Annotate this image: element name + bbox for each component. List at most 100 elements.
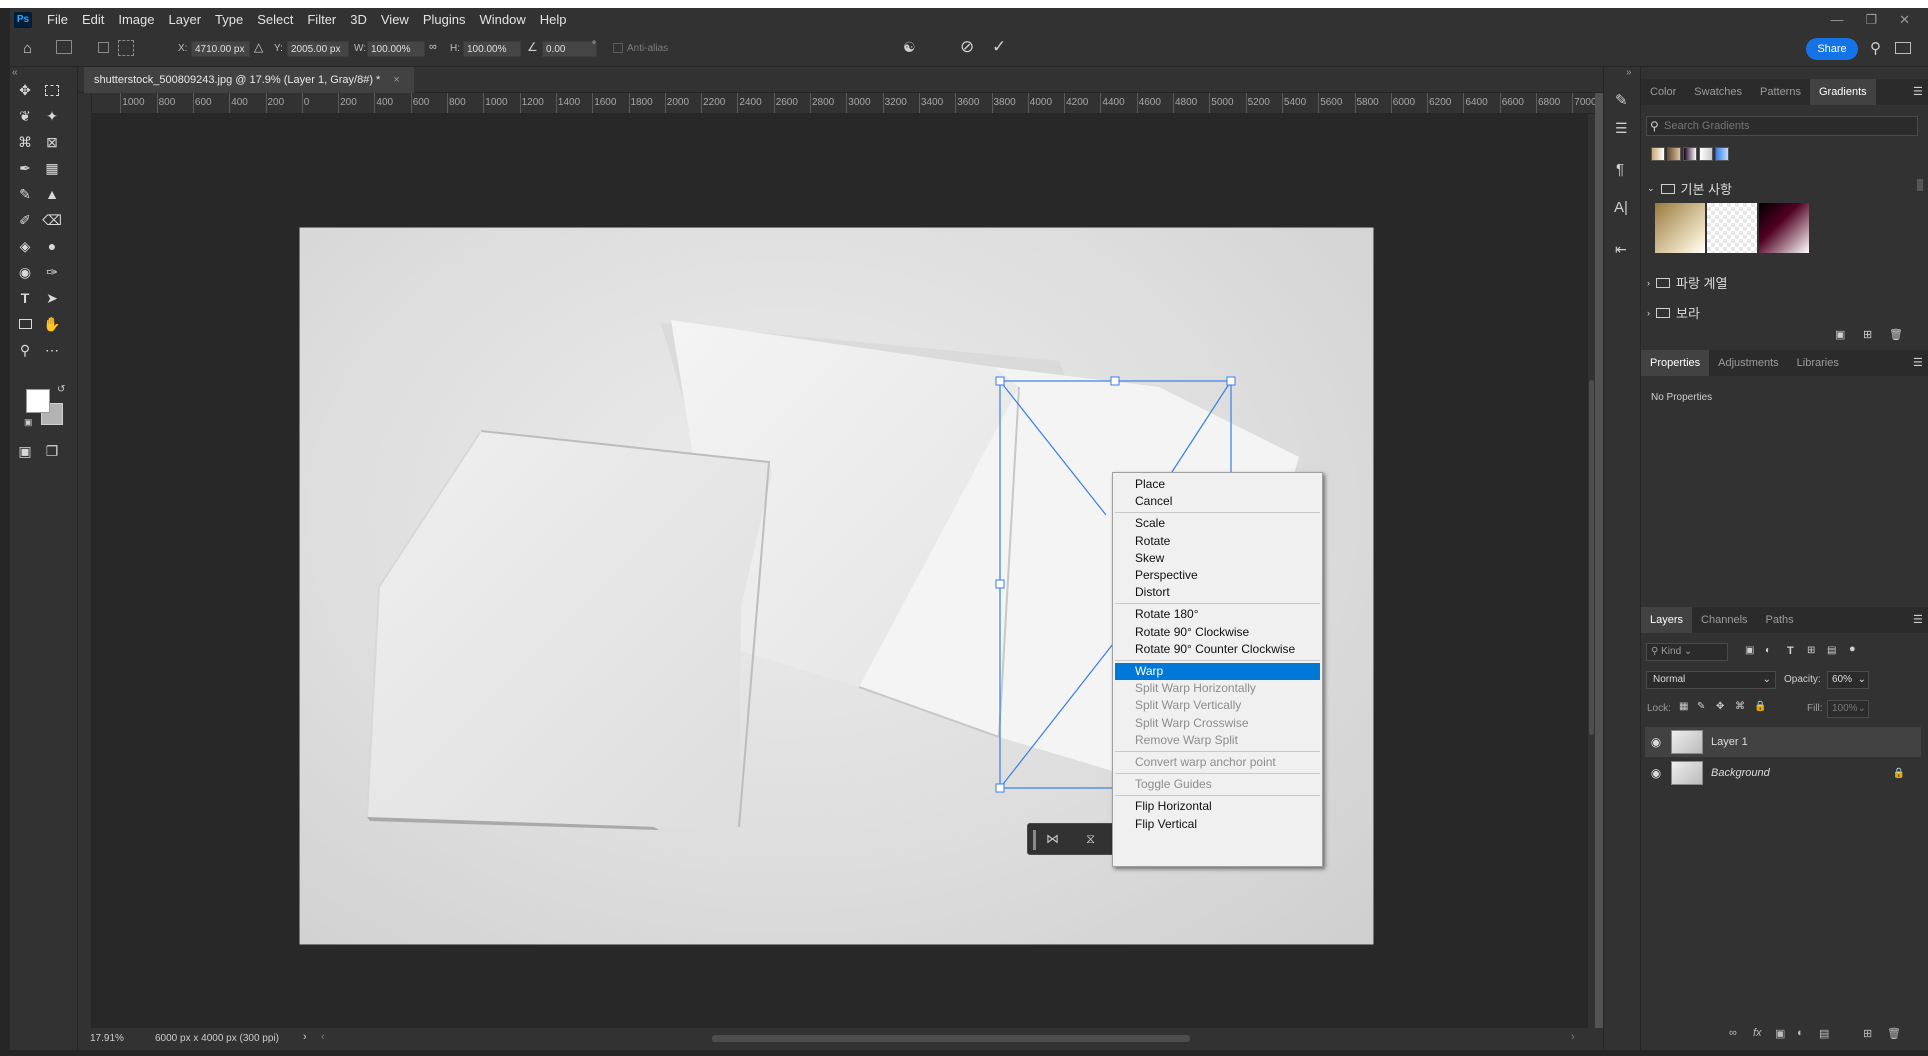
link-layers-icon[interactable]: ∞ [1729,1027,1737,1039]
lock-transparency-icon[interactable]: ▦ [1679,701,1688,712]
menu-item-scale[interactable]: Scale [1115,515,1320,532]
new-group-icon[interactable]: ▤ [1819,1027,1829,1040]
gradient-folder-purples[interactable]: › 보라 [1647,303,1700,322]
menu-item-flip-horizontal[interactable]: Flip Horizontal [1115,798,1320,815]
tab-gradients[interactable]: Gradients [1809,79,1876,105]
close-icon[interactable]: ✕ [1899,8,1910,31]
recent-gradient-swatch[interactable] [1651,147,1665,161]
character-icon[interactable]: A| [1614,199,1628,216]
flip-horizontal-icon[interactable]: ⋈ [1046,831,1059,847]
document-tab[interactable]: shutterstock_500809243.jpg @ 17.9% (Laye… [84,67,414,93]
menu-item-rotate-180[interactable]: Rotate 180° [1115,606,1320,623]
search-icon[interactable]: ⚲ [1870,39,1881,57]
tab-libraries[interactable]: Libraries [1788,350,1848,376]
menu-help[interactable]: Help [533,8,574,31]
menu-select[interactable]: Select [250,8,300,31]
tab-paths[interactable]: Paths [1757,607,1803,633]
gradient-preset-dark[interactable] [1759,203,1809,253]
lock-position-icon[interactable]: ✥ [1716,701,1724,712]
gradients-search-input[interactable] [1664,118,1914,134]
brush-tool-icon[interactable]: ✎ [13,183,37,205]
layer-filter-select[interactable]: ⚲ Kind ⌄ [1646,643,1728,661]
gradients-panel-menu-icon[interactable]: ☰ [1913,85,1923,98]
blend-mode-select[interactable]: Normal ⌄ [1646,671,1776,689]
rectangle-tool-icon[interactable] [13,313,37,335]
zoom-level[interactable]: 17.91% [90,1033,124,1044]
menu-item-rotate[interactable]: Rotate [1115,533,1320,550]
chevron-down-icon[interactable]: ⌄ [1647,183,1655,194]
fill-input[interactable]: 100% ⌄ [1827,700,1869,718]
new-layer-icon[interactable]: ⊞ [1863,1027,1872,1040]
menu-view[interactable]: View [374,8,416,31]
filter-toggle-icon[interactable]: ● [1849,643,1856,655]
foreground-color-swatch[interactable] [26,389,50,413]
blur-tool-icon[interactable]: ● [40,235,64,257]
cancel-transform-icon[interactable]: ⊘ [960,37,974,57]
properties-panel-menu-icon[interactable]: ☰ [1913,356,1923,369]
layer-row[interactable]: ◉ Layer 1 [1645,727,1921,757]
x-position-input[interactable] [191,41,250,57]
collapse-toolbox-icon[interactable]: « [12,67,18,78]
spot-healing-tool-icon[interactable]: ▦ [40,157,64,179]
tab-properties[interactable]: Properties [1641,350,1710,376]
layer-row[interactable]: ◉ Background 🔒 [1645,758,1921,788]
move-tool-icon[interactable]: ✥ [13,79,37,101]
more-tools-icon[interactable]: ⋯ [40,339,64,361]
new-gradient-icon[interactable]: ⊞ [1863,328,1872,341]
delete-icon[interactable]: 🗑 [1889,328,1903,341]
restore-icon[interactable]: ❐ [1865,8,1877,31]
commit-transform-icon[interactable]: ✓ [992,37,1006,57]
collapse-dock-icon[interactable]: » [1626,67,1632,78]
magic-wand-tool-icon[interactable]: ✦ [40,105,64,127]
tab-channels[interactable]: Channels [1692,607,1756,633]
menu-item-rotate-90-clockwise[interactable]: Rotate 90° Clockwise [1115,624,1320,641]
recent-gradient-swatch[interactable] [1699,147,1713,161]
recent-gradient-swatch[interactable] [1715,147,1729,161]
tab-patterns[interactable]: Patterns [1751,79,1810,105]
filter-smart-object-icon[interactable]: ▤ [1827,645,1836,656]
horizontal-scroll-thumb[interactable] [712,1035,1190,1042]
minimize-icon[interactable]: — [1830,8,1843,31]
marquee-tool-icon[interactable] [40,79,64,101]
menu-item-place[interactable]: Place [1115,476,1320,493]
visibility-eye-icon[interactable]: ◉ [1645,766,1667,780]
menu-3d[interactable]: 3D [343,8,374,31]
reference-checkbox[interactable] [98,42,109,53]
tab-layers[interactable]: Layers [1641,607,1693,633]
hand-tool-icon[interactable]: ✋ [40,313,64,335]
gradient-folder-blues[interactable]: › 파랑 계열 [1647,273,1727,292]
link-icon[interactable]: ∞ [429,41,437,53]
menu-file[interactable]: File [40,8,75,31]
gradient-preset-transparent[interactable] [1707,203,1757,253]
recent-gradient-swatch[interactable] [1683,147,1697,161]
chevron-right-icon[interactable]: › [1647,278,1650,288]
adjust-presets-icon[interactable]: ☰ [1615,120,1628,137]
y-position-input[interactable] [287,41,349,57]
path-selection-tool-icon[interactable]: ➤ [40,287,64,309]
menu-plugins[interactable]: Plugins [416,8,473,31]
menu-item-rotate-90-counter-clockwise[interactable]: Rotate 90° Counter Clockwise [1115,641,1320,658]
lock-pixels-icon[interactable]: ✎ [1697,701,1705,712]
gradient-folder-basics[interactable]: ⌄ 기본 사항 [1647,179,1732,198]
menu-window[interactable]: Window [472,8,532,31]
tab-swatches[interactable]: Swatches [1685,79,1751,105]
chevron-right-icon[interactable]: › [1647,308,1650,318]
frame-tool-icon[interactable]: ⊠ [40,131,64,153]
menu-image[interactable]: Image [111,8,161,31]
antialias-checkbox[interactable] [613,43,623,53]
layer-style-icon[interactable]: fx [1753,1027,1762,1039]
add-mask-icon[interactable]: ▣ [1775,1027,1785,1040]
filter-adjustment-icon[interactable]: ◐ [1765,645,1771,656]
eyedropper-tool-icon[interactable]: ✒ [13,157,37,179]
new-group-icon[interactable]: ▣ [1835,328,1845,341]
menu-item-distort[interactable]: Distort [1115,584,1320,601]
layers-panel-menu-icon[interactable]: ☰ [1913,613,1923,626]
glyphs-icon[interactable]: ⇤ [1615,241,1627,258]
lock-all-icon[interactable]: 🔒 [1754,701,1766,712]
menu-item-warp[interactable]: Warp [1115,663,1320,680]
menu-item-skew[interactable]: Skew [1115,550,1320,567]
screen-mode-icon[interactable]: ❐ [40,440,64,462]
recent-gradient-swatch[interactable] [1667,147,1681,161]
dodge-tool-icon[interactable]: ◉ [13,261,37,283]
history-brush-tool-icon[interactable]: ✐ [13,209,37,231]
